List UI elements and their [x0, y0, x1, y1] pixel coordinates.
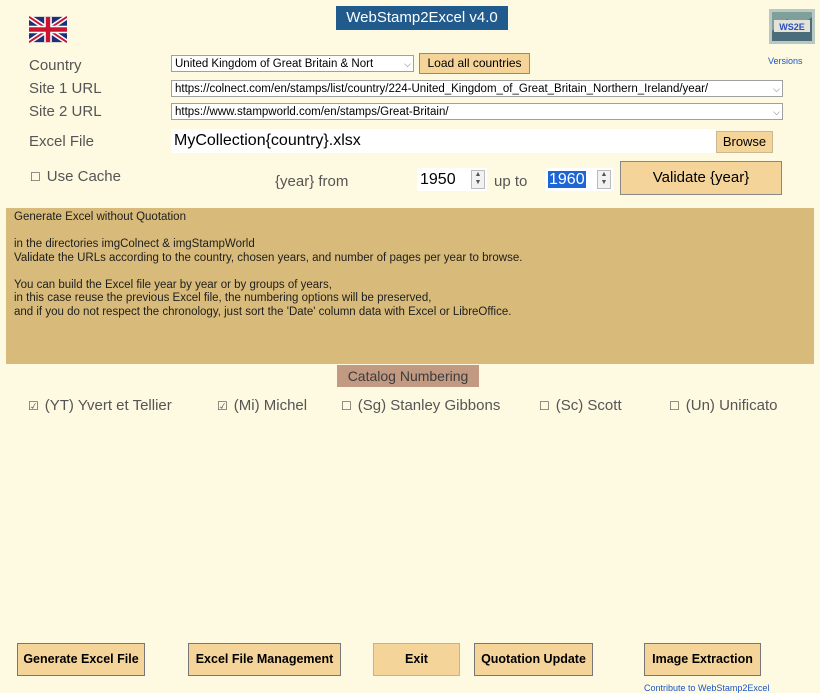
uk-flag-icon: [29, 14, 67, 45]
catalog-numbering-title: Catalog Numbering: [337, 365, 479, 387]
spinner-arrows-icon[interactable]: ▲ ▼: [597, 170, 611, 189]
country-label: Country: [29, 57, 82, 74]
year-upto-label: up to: [494, 173, 528, 190]
validate-year-button[interactable]: Validate {year}: [620, 161, 782, 195]
app-title: WebStamp2Excel v4.0: [336, 6, 508, 30]
site1-url-select[interactable]: https://colnect.com/en/stamps/list/count…: [171, 80, 783, 97]
browse-button[interactable]: Browse: [716, 131, 773, 153]
info-line: Generate Excel without Quotation: [14, 211, 186, 223]
use-cache-label: Use Cache: [46, 168, 121, 185]
checkbox-checked-icon: ☑: [28, 399, 39, 413]
year-from-value: 1950: [420, 171, 456, 188]
quotation-update-button[interactable]: Quotation Update: [474, 643, 593, 676]
info-line: You can build the Excel file year by yea…: [14, 278, 332, 291]
excel-file-input[interactable]: MyCollection{country}.xlsx: [171, 129, 716, 153]
country-select[interactable]: United Kingdom of Great Britain & Nort ⌵: [171, 55, 414, 72]
info-panel: Generate Excel without Quotation in the …: [6, 208, 814, 364]
catalog-option-label: (YT) Yvert et Tellier: [44, 397, 172, 414]
site2-url-select[interactable]: https://www.stampworld.com/en/stamps/Gre…: [171, 103, 783, 120]
checkbox-icon: ☐: [30, 170, 41, 184]
chevron-down-icon: ⌵: [773, 107, 780, 117]
generate-excel-file-button[interactable]: Generate Excel File: [17, 643, 145, 676]
load-all-countries-button[interactable]: Load all countries: [419, 53, 530, 74]
info-line: Validate the URLs according to the count…: [14, 251, 523, 264]
catalog-option-mi-checkbox[interactable]: ☑ (Mi) Michel: [217, 397, 307, 414]
site1-url-value: https://colnect.com/en/stamps/list/count…: [175, 83, 709, 95]
checkbox-icon: ☐: [669, 399, 680, 413]
excel-file-management-button[interactable]: Excel File Management: [188, 643, 341, 676]
chevron-down-icon: ⌵: [773, 84, 780, 94]
info-line: in the directories imgColnect & imgStamp…: [14, 238, 255, 250]
checkbox-checked-icon: ☑: [217, 399, 228, 413]
versions-link[interactable]: Versions: [768, 56, 803, 66]
exit-button[interactable]: Exit: [373, 643, 460, 676]
catalog-option-label: (Mi) Michel: [233, 397, 308, 414]
country-select-value: United Kingdom of Great Britain & Nort: [175, 58, 374, 70]
stamp-logo-icon: WS2E: [769, 9, 815, 44]
catalog-option-label: (Sc) Scott: [555, 397, 622, 414]
chevron-down-icon: ⌵: [404, 59, 411, 69]
catalog-option-un-checkbox[interactable]: ☐ (Un) Unificato: [669, 397, 777, 414]
catalog-option-sc-checkbox[interactable]: ☐ (Sc) Scott: [539, 397, 622, 414]
svg-text:WS2E: WS2E: [779, 22, 805, 32]
catalog-option-yt-checkbox[interactable]: ☑ (YT) Yvert et Tellier: [28, 397, 172, 414]
info-line: in this case reuse the previous Excel fi…: [14, 292, 432, 304]
year-upto-spinner[interactable]: 1960 ▲ ▼: [545, 168, 613, 191]
catalog-option-label: (Un) Unificato: [685, 397, 778, 414]
year-from-spinner[interactable]: 1950 ▲ ▼: [417, 168, 487, 191]
spinner-arrows-icon[interactable]: ▲ ▼: [471, 170, 485, 189]
year-upto-value: 1960: [548, 171, 586, 188]
use-cache-checkbox[interactable]: ☐ Use Cache: [30, 168, 121, 185]
catalog-option-label: (Sg) Stanley Gibbons: [357, 397, 501, 414]
checkbox-icon: ☐: [539, 399, 550, 413]
checkbox-icon: ☐: [341, 399, 352, 413]
site2-label: Site 2 URL: [29, 103, 102, 120]
excel-file-label: Excel File: [29, 133, 95, 150]
year-from-label: {year} from: [275, 173, 349, 190]
catalog-option-sg-checkbox[interactable]: ☐ (Sg) Stanley Gibbons: [341, 397, 500, 414]
info-line: and if you do not respect the chronology…: [14, 305, 512, 318]
site2-url-value: https://www.stampworld.com/en/stamps/Gre…: [175, 106, 449, 118]
site1-label: Site 1 URL: [29, 80, 102, 97]
image-extraction-button[interactable]: Image Extraction: [644, 643, 761, 676]
